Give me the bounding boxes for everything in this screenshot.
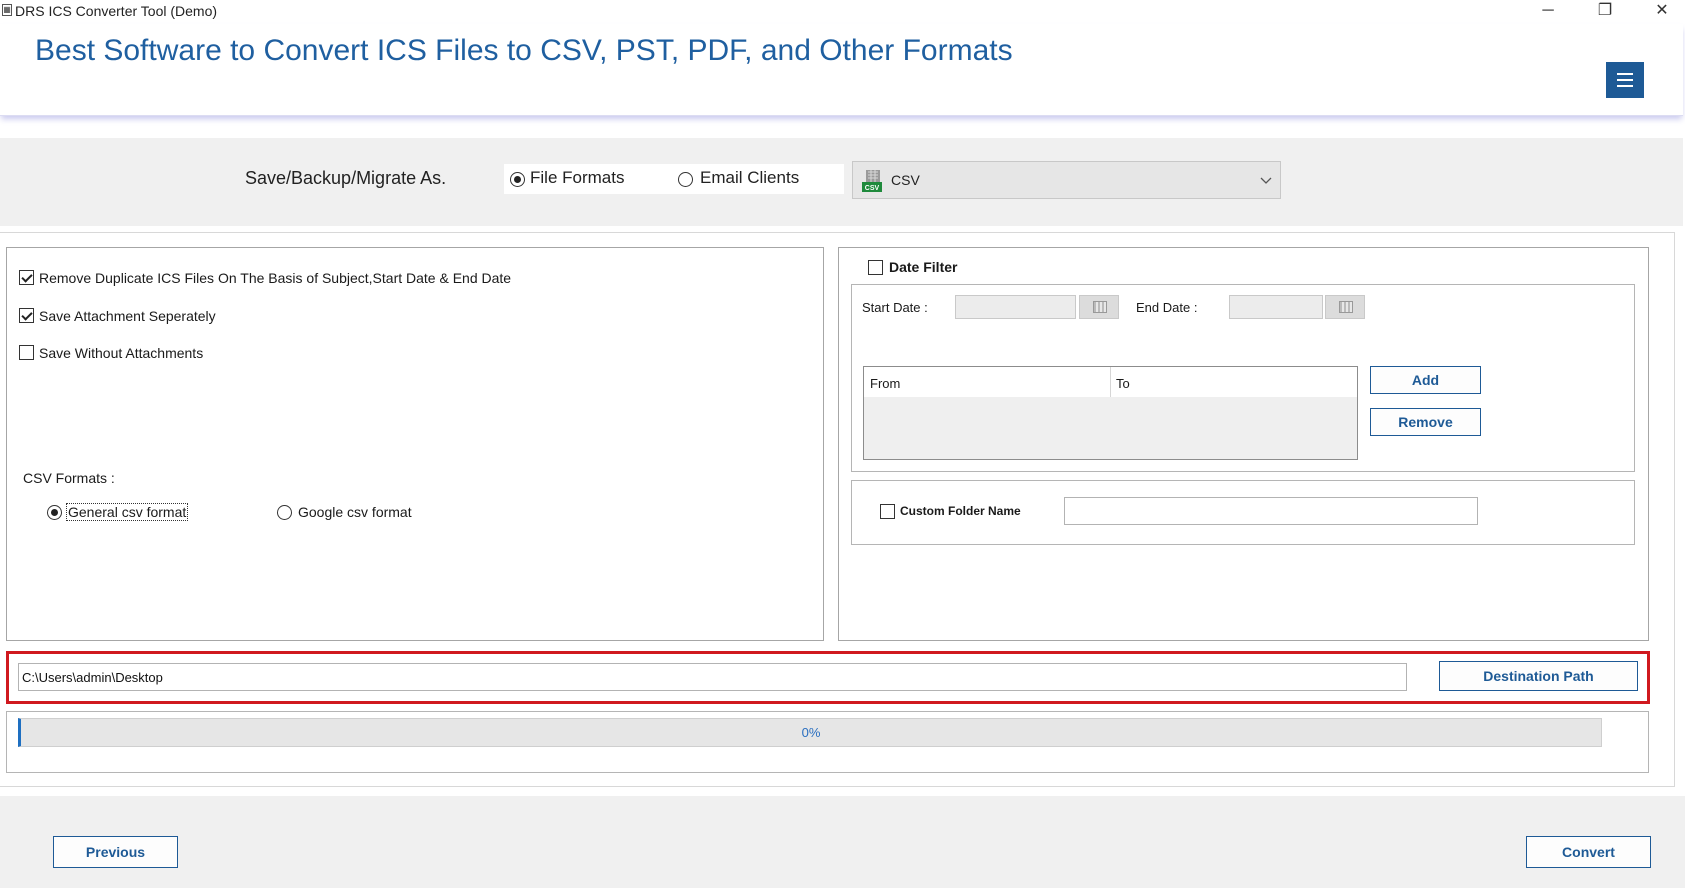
to-column-header[interactable]: To xyxy=(1116,376,1130,391)
from-column-header[interactable]: From xyxy=(870,376,900,391)
minimize-button[interactable]: ─ xyxy=(1525,0,1571,24)
destination-path-button[interactable]: Destination Path xyxy=(1439,661,1638,691)
start-date-input[interactable] xyxy=(955,295,1076,319)
app-icon: ▦ xyxy=(2,4,12,16)
options-panel xyxy=(6,247,824,641)
page-title: Best Software to Convert ICS Files to CS… xyxy=(35,34,1013,67)
save-as-label: Save/Backup/Migrate As. xyxy=(245,168,447,188)
save-without-attachments-checkbox[interactable] xyxy=(19,345,34,360)
csv-formats-label: CSV Formats : xyxy=(23,470,115,486)
save-attachment-label: Save Attachment Seperately xyxy=(39,308,216,324)
progress-bar: 0% xyxy=(18,718,1602,747)
remove-duplicate-label: Remove Duplicate ICS Files On The Basis … xyxy=(39,270,512,286)
start-date-calendar-button[interactable] xyxy=(1079,295,1119,319)
format-dropdown[interactable]: CSV CSV xyxy=(852,161,1281,199)
end-date-input[interactable] xyxy=(1229,295,1323,319)
general-csv-radio[interactable] xyxy=(47,505,62,520)
file-formats-option[interactable]: File Formats xyxy=(504,164,672,194)
close-button[interactable]: ✕ xyxy=(1639,0,1685,24)
convert-button[interactable]: Convert xyxy=(1526,836,1651,868)
restore-button[interactable]: ❐ xyxy=(1582,0,1628,24)
email-clients-label: Email Clients xyxy=(700,168,800,187)
save-attachment-checkbox[interactable] xyxy=(19,308,34,323)
general-csv-label[interactable]: General csv format xyxy=(66,503,189,521)
date-filter-label: Date Filter xyxy=(889,259,958,275)
file-formats-radio[interactable] xyxy=(510,172,525,187)
date-range-table[interactable]: From To xyxy=(863,366,1358,460)
calendar-icon xyxy=(1339,301,1353,313)
hamburger-menu-icon-line xyxy=(1617,85,1633,87)
hamburger-menu-icon-line xyxy=(1617,79,1633,81)
header-divider xyxy=(1110,367,1111,397)
progress-text: 0% xyxy=(801,725,821,740)
end-date-label: End Date : xyxy=(1136,300,1198,315)
destination-path-input[interactable]: C:\Users\admin\Desktop xyxy=(18,663,1407,691)
end-date-calendar-button[interactable] xyxy=(1325,295,1365,319)
custom-folder-input[interactable] xyxy=(1064,497,1478,525)
chevron-down-icon xyxy=(1260,177,1272,184)
remove-duplicate-checkbox[interactable] xyxy=(19,270,34,285)
custom-folder-label: Custom Folder Name xyxy=(900,504,1021,518)
footer-bar xyxy=(0,796,1685,888)
previous-button[interactable]: Previous xyxy=(53,836,178,868)
add-button[interactable]: Add xyxy=(1370,366,1481,394)
custom-folder-checkbox[interactable] xyxy=(880,504,895,519)
csv-file-icon: CSV xyxy=(862,170,882,192)
start-date-label: Start Date : xyxy=(862,300,928,315)
calendar-icon xyxy=(1093,301,1107,313)
hamburger-menu-icon xyxy=(1617,73,1633,75)
remove-button[interactable]: Remove xyxy=(1370,408,1481,436)
csv-icon-text: CSV xyxy=(865,185,880,192)
window-title: DRS ICS Converter Tool (Demo) xyxy=(15,3,218,19)
hamburger-menu-button[interactable] xyxy=(1606,62,1644,98)
title-bar: ▦ DRS ICS Converter Tool (Demo) ─ ❐ ✕ xyxy=(0,0,1685,24)
date-filter-checkbox[interactable] xyxy=(868,260,883,275)
format-selected-value: CSV xyxy=(891,172,920,188)
email-clients-option[interactable]: Email Clients xyxy=(672,164,844,194)
email-clients-radio[interactable] xyxy=(678,172,693,187)
file-formats-label: File Formats xyxy=(530,168,625,187)
save-without-attachments-label: Save Without Attachments xyxy=(39,345,204,361)
google-csv-radio[interactable] xyxy=(277,505,292,520)
google-csv-label[interactable]: Google csv format xyxy=(298,504,412,520)
